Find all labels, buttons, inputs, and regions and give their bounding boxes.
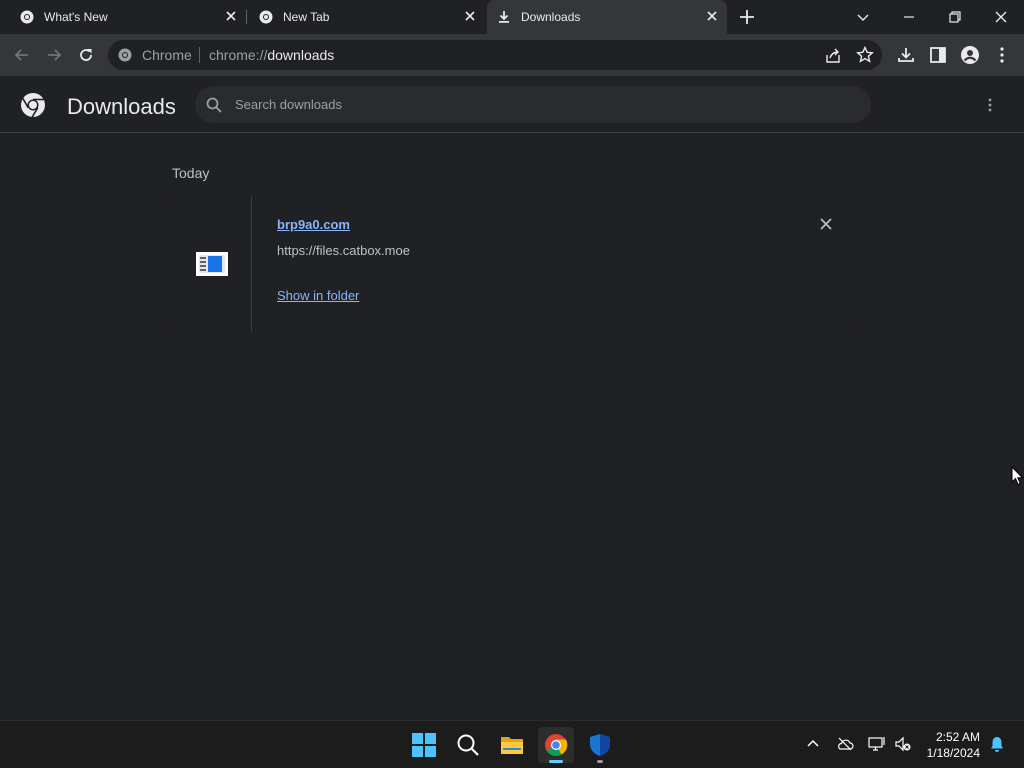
chrome-menu-icon[interactable]: [992, 45, 1012, 65]
onedrive-icon[interactable]: [836, 735, 854, 753]
windows-taskbar: 2:52 AM 1/18/2024: [0, 720, 1024, 768]
site-label: Chrome: [142, 47, 192, 63]
side-panel-icon[interactable]: [928, 45, 948, 65]
tab-close-icon[interactable]: [224, 9, 238, 23]
file-explorer-button[interactable]: [494, 727, 530, 763]
more-actions-icon[interactable]: [982, 97, 998, 113]
show-in-folder-link[interactable]: Show in folder: [277, 288, 359, 303]
bookmark-star-icon[interactable]: [856, 46, 874, 64]
clock-time: 2:52 AM: [935, 730, 980, 744]
omnibox-separator: [199, 47, 200, 63]
system-clock[interactable]: 2:52 AM 1/18/2024: [918, 729, 980, 761]
remove-download-icon[interactable]: [819, 217, 833, 231]
download-favicon-icon: [499, 11, 509, 23]
mouse-cursor-icon: [1011, 466, 1024, 486]
file-explorer-icon: [501, 737, 523, 754]
running-app-indicator: [597, 760, 603, 763]
downloads-icon[interactable]: [896, 45, 916, 65]
minimize-icon[interactable]: [898, 6, 920, 28]
windows-security-button[interactable]: [582, 727, 618, 763]
tab-search-chevron-icon[interactable]: [852, 6, 874, 28]
search-downloads-box[interactable]: [195, 86, 871, 123]
chrome-logo-icon: [21, 93, 45, 118]
file-type-icon: [196, 252, 228, 276]
start-button[interactable]: [406, 727, 442, 763]
search-input[interactable]: [235, 94, 835, 114]
profile-icon[interactable]: [960, 45, 980, 65]
chrome-taskbar-button[interactable]: [538, 727, 574, 763]
date-group-label: Today: [172, 165, 210, 181]
search-icon[interactable]: [205, 96, 223, 114]
browser-toolbar: Chrome chrome://downloads: [0, 34, 1024, 76]
reload-icon[interactable]: [76, 45, 96, 65]
tab-title: Downloads: [521, 10, 581, 24]
active-app-indicator: [549, 760, 563, 763]
chrome-page-icon[interactable]: [118, 48, 132, 62]
restore-icon[interactable]: [944, 6, 966, 28]
tab-title: What's New: [44, 10, 108, 24]
downloads-header: Downloads: [0, 76, 1024, 133]
tab-whats-new[interactable]: What's New: [10, 0, 246, 34]
search-icon: [457, 734, 479, 756]
tab-downloads[interactable]: Downloads: [487, 0, 727, 34]
file-icon-area: [172, 197, 252, 331]
tab-new-tab[interactable]: New Tab: [249, 0, 485, 34]
url-prefix: chrome://: [209, 47, 268, 63]
close-window-icon[interactable]: [990, 6, 1012, 28]
page-title: Downloads: [67, 94, 176, 119]
clock-date: 1/18/2024: [926, 746, 980, 760]
windows-security-icon: [590, 734, 610, 756]
tab-close-icon[interactable]: [463, 9, 477, 23]
chrome-favicon-icon: [259, 10, 273, 24]
notification-bell-icon[interactable]: [988, 735, 1006, 753]
url-text: chrome://downloads: [209, 47, 334, 63]
show-hidden-icons-chevron-icon[interactable]: [804, 735, 822, 753]
back-icon[interactable]: [12, 45, 32, 65]
file-source-url: https://files.catbox.moe: [277, 243, 410, 258]
volume-muted-icon[interactable]: [894, 735, 912, 753]
tab-strip: What's New New Tab Downloads: [0, 0, 1024, 34]
tab-title: New Tab: [283, 10, 330, 24]
address-bar[interactable]: Chrome chrome://downloads: [108, 40, 882, 70]
taskbar-search-button[interactable]: [450, 727, 486, 763]
start-icon: [412, 733, 436, 757]
share-icon[interactable]: [824, 47, 842, 65]
url-host: downloads: [267, 47, 335, 63]
chrome-favicon-icon: [20, 10, 34, 24]
download-item: brp9a0.com https://files.catbox.moe Show…: [172, 197, 864, 331]
file-name-link[interactable]: brp9a0.com: [277, 217, 350, 232]
chrome-icon: [545, 734, 568, 756]
network-icon[interactable]: [868, 735, 886, 753]
forward-icon[interactable]: [44, 45, 64, 65]
new-tab-icon[interactable]: [738, 8, 756, 26]
tab-close-icon[interactable]: [705, 9, 719, 23]
tab-separator: [246, 10, 247, 24]
